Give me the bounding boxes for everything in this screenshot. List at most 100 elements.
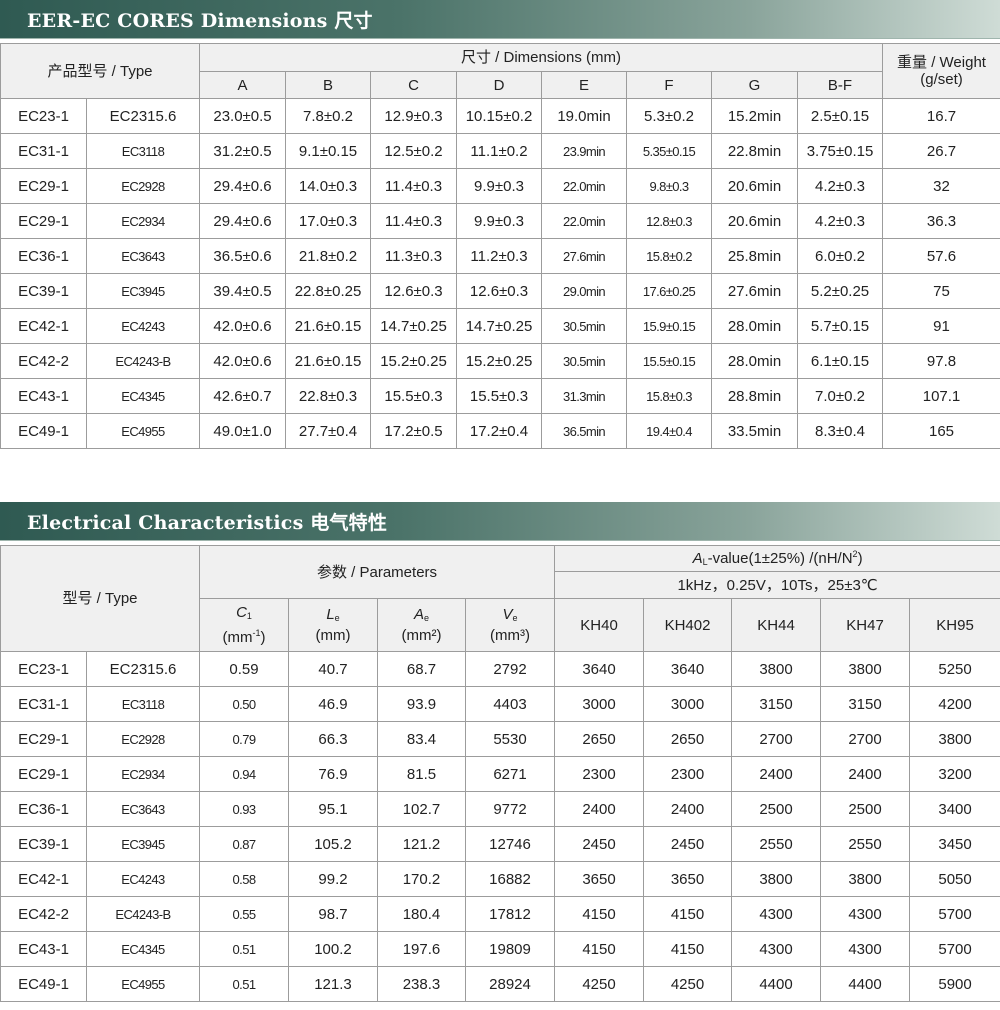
param-unit: (mm³) [467,627,554,644]
table-cell: 10.15±0.2 [456,98,542,134]
table-cell: 4.2±0.3 [796,168,884,204]
param-sub: 1 [246,611,252,621]
table-cell: EC2934 [86,756,200,792]
table-cell: 3800 [820,861,911,897]
table-cell: 5.7±0.15 [796,308,884,344]
param-letter: V [502,606,513,623]
table-cell: 68.7 [377,651,466,687]
table-cell: 21.6±0.15 [285,308,371,344]
table-cell: EC36-1 [0,238,87,274]
table-cell: 2400 [820,756,911,792]
table-row: EC36-1 EC3643 36.5±0.6 21.8±0.2 11.3±0.3 11.2… [0,238,1000,274]
table-cell: 4403 [464,686,556,722]
table-cell: 3.75±0.15 [796,133,884,169]
table-cell: EC4955 [86,413,200,449]
table-cell: 5.2±0.25 [796,273,884,309]
table-cell: 15.5±0.15 [626,343,712,379]
table-cell: 0.87 [199,826,289,862]
table-cell: 93.9 [377,686,466,722]
table-cell: 4150 [643,931,733,967]
dim-col-header: E [541,71,627,99]
table-cell: 4300 [731,896,822,932]
table-row: EC49-1 EC4955 49.0±1.0 27.7±0.4 17.2±0.5 17.2… [0,413,1000,449]
table-cell: 2700 [731,721,822,757]
table-row: EC23-1 EC2315.6 0.59 40.7 68.7 2792 3640 3640 38… [0,651,1000,687]
dim-dimensions-header: 尺寸 / Dimensions (mm) [198,43,884,72]
table-cell: 5700 [909,931,1000,967]
table-cell: 76.9 [288,756,378,792]
table-cell: 15.5±0.3 [456,378,542,414]
table-cell: EC31-1 [0,133,87,169]
table-cell: 27.6min [711,273,798,309]
table-cell: EC3945 [86,826,200,862]
table-cell: EC49-1 [0,966,87,1002]
param-unit-text: (mm²) [401,627,442,644]
param-sub: e [424,613,430,623]
table-cell: EC29-1 [0,168,87,204]
table-cell: 26.7 [882,133,1000,169]
table-cell: 3640 [643,651,733,687]
table-cell: 30.5min [541,308,627,344]
table-cell: 3650 [554,861,645,897]
table-cell: 31.2±0.5 [199,133,286,169]
table-row: EC42-2 EC4243-B 0.55 98.7 180.4 17812 4150 4150… [0,896,1000,932]
table-cell: 46.9 [288,686,378,722]
table-cell: 2650 [643,721,733,757]
table-cell: 28.0min [711,308,798,344]
table-cell: EC42-2 [0,343,87,379]
param-unit-text: (mm) [315,627,351,644]
table-cell: 11.4±0.3 [370,203,457,239]
param-symbol: Le [290,606,377,627]
table-cell: 14.7±0.25 [370,308,457,344]
table-row: EC39-1 EC3945 39.4±0.5 22.8±0.25 12.6±0.3 12.… [0,273,1000,309]
table-cell: 22.8±0.3 [285,378,371,414]
table-row: EC43-1 EC4345 42.6±0.7 22.8±0.3 15.5±0.3 15.5… [0,378,1000,414]
table-cell: 9772 [464,791,556,827]
table-cell: 23.0±0.5 [199,98,286,134]
param-header: Ae (mm²) [377,598,466,652]
table-cell: 29.4±0.6 [199,203,286,239]
material-header: KH95 [909,598,1000,652]
table-cell: 0.55 [199,896,289,932]
table-cell: EC3643 [86,238,200,274]
material-header: KH44 [731,598,822,652]
table-cell: 30.5min [541,343,627,379]
table-cell: 17.2±0.5 [370,413,457,449]
dim-col-header: C [370,71,457,99]
table-cell: 14.7±0.25 [456,308,542,344]
param-letter: L [326,606,335,623]
table-cell: 121.3 [288,966,378,1002]
table-row: EC36-1 EC3643 0.93 95.1 102.7 9772 2400 2400 250… [0,791,1000,827]
table-cell: 0.94 [199,756,289,792]
table-cell: 2550 [820,826,911,862]
table-cell: 16.7 [882,98,1000,134]
table-cell: 2300 [643,756,733,792]
table-cell: 100.2 [288,931,378,967]
table-cell: 5900 [909,966,1000,1002]
table-cell: 3450 [909,826,1000,862]
table-cell: 6.0±0.2 [796,238,884,274]
table-cell: 21.6±0.15 [285,343,371,379]
table-cell: 4300 [820,896,911,932]
table-cell: 31.3min [541,378,627,414]
table-cell: EC29-1 [0,756,87,792]
table-cell: 6271 [464,756,556,792]
table-cell: 91 [882,308,1000,344]
table-cell: 11.3±0.3 [370,238,457,274]
table-cell: EC4955 [86,966,200,1002]
table-cell: 4400 [731,966,822,1002]
table-cell: 11.2±0.3 [456,238,542,274]
table-cell: EC2934 [86,203,200,239]
table-row: EC39-1 EC3945 0.87 105.2 121.2 12746 2450 2450 2… [0,826,1000,862]
table-cell: 4150 [643,896,733,932]
table-cell: 3000 [554,686,645,722]
table-cell: 121.2 [377,826,466,862]
table-cell: 15.2±0.25 [456,343,542,379]
table-cell: 0.79 [199,721,289,757]
table-cell: 27.6min [541,238,627,274]
table-cell: 98.7 [288,896,378,932]
table-cell: 33.5min [711,413,798,449]
table-cell: EC2315.6 [86,651,200,687]
table-cell: 28924 [464,966,556,1002]
table-cell: EC4243-B [86,896,200,932]
